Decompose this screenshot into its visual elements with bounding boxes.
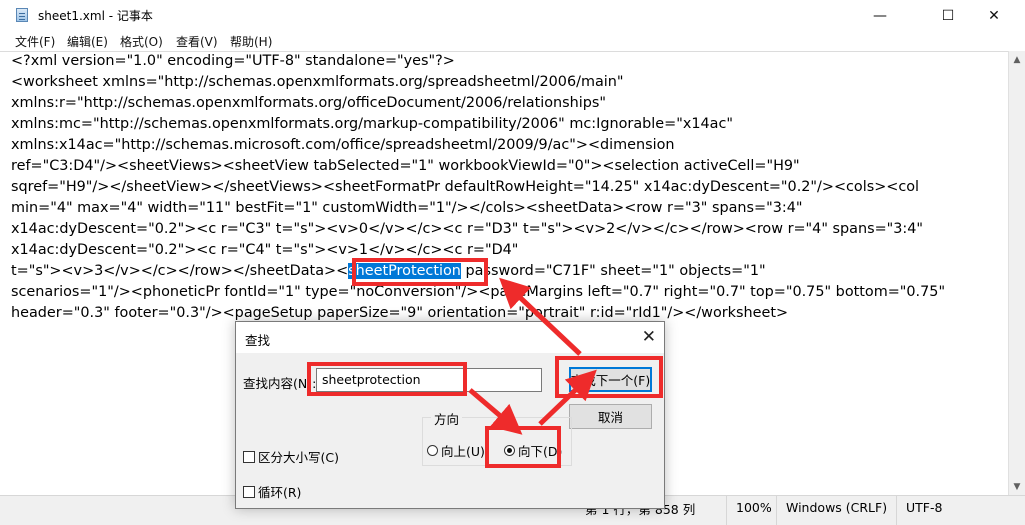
menu-file[interactable]: 文件(F) [15,33,55,50]
menu-edit[interactable]: 编辑(E) [67,33,108,50]
match-case-checkbox[interactable]: 区分大小写(C) [243,447,339,466]
editor-line: sqref="H9"/></sheetView></sheetViews><sh… [11,179,920,195]
direction-label: 方向 [431,409,463,428]
checkbox-icon [243,450,255,463]
radio-icon [427,445,438,456]
window-title: sheet1.xml - 记事本 [38,9,153,23]
file-encoding: UTF-8 [896,496,1006,525]
direction-up-radio[interactable]: 向上(U) [427,441,485,460]
minimize-icon: — [873,7,887,24]
dialog-title: 查找 [245,333,271,348]
checkbox-icon [243,485,255,498]
editor-line: x14ac:dyDescent="0.2"><c r="C3" t="s"><v… [11,221,924,237]
wrap-around-checkbox[interactable]: 循环(R) [243,482,301,501]
menu-format[interactable]: 格式(O) [120,33,163,50]
match-case-label: 区分大小写(C) [258,450,339,465]
annotation-box-highlight [352,258,488,286]
editor-line: <?xml version="1.0" encoding="UTF-8" sta… [11,53,455,69]
editor-line: <worksheet xmlns="http://schemas.openxml… [11,74,624,90]
annotation-box-direction-down [485,426,561,468]
menu-help[interactable]: 帮助(H) [230,33,272,50]
minimize-button[interactable]: — [857,0,903,31]
scroll-up-icon[interactable]: ▲ [1009,51,1025,68]
line-text-after: password="C71F" sheet="1" objects="1" [460,263,766,279]
editor-line: ref="C3:D4"/><sheetViews><sheetView tabS… [11,158,800,174]
menu-view[interactable]: 查看(V) [176,33,218,50]
annotation-box-find-next [555,356,663,398]
vertical-scrollbar[interactable]: ▲ ▼ [1008,51,1025,495]
scroll-down-icon[interactable]: ▼ [1009,478,1025,495]
close-button[interactable]: ✕ [971,0,1017,31]
find-what-label: 查找内容(N): [243,376,317,391]
cancel-button[interactable]: 取消 [569,404,652,429]
wrap-around-label: 循环(R) [258,485,302,500]
zoom-level: 100% [726,496,776,525]
editor-line: xmlns:mc="http://schemas.openxmlformats.… [11,116,733,132]
close-icon: ✕ [988,7,1000,24]
notepad-icon [16,8,28,22]
dialog-title-bar: 查找 ✕ [236,322,664,353]
editor-line: xmlns:r="http://schemas.openxmlformats.o… [11,95,607,111]
menu-bar: 文件(F) 编辑(E) 格式(O) 查看(V) 帮助(H) [0,31,1025,51]
line-text-before: t="s"><v>3</v></c></row></sheetData>< [11,263,349,279]
editor-line: xmlns:x14ac="http://schemas.microsoft.co… [11,137,675,153]
annotation-box-search-input [307,362,467,396]
direction-up-label: 向上(U) [441,444,485,459]
maximize-icon: ☐ [941,7,955,24]
line-ending: Windows (CRLF) [776,496,896,525]
maximize-button[interactable]: ☐ [925,0,971,31]
editor-line: min="4" max="4" width="11" bestFit="1" c… [11,200,803,216]
title-bar: sheet1.xml - 记事本 — ☐ ✕ [0,0,1025,31]
find-dialog: 查找 ✕ 查找内容(N): sheetprotection 查找下一个(F) 取… [235,321,665,509]
dialog-close-icon[interactable]: ✕ [642,327,656,347]
